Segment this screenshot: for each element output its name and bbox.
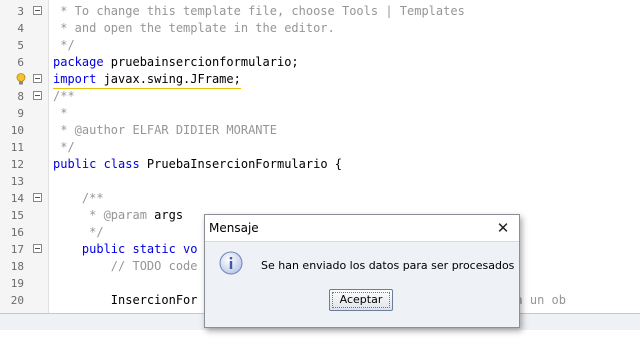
code-line[interactable]: 7import javax.swing.JFrame;	[0, 71, 640, 89]
line-number: 5	[17, 39, 24, 52]
line-number: 14	[10, 192, 24, 205]
comment-token: // TODO code	[53, 259, 198, 273]
code-text: package pruebainsercionformulario;	[53, 54, 299, 71]
line-number: 3	[17, 5, 24, 18]
comment-token: */	[53, 225, 104, 239]
fold-toggle-icon[interactable]	[33, 6, 42, 15]
dialog-message: Se han enviado los datos para ser proces…	[261, 259, 515, 272]
code-text: *	[53, 105, 67, 122]
line-number: 17	[10, 243, 24, 256]
code-token: pruebainsercionformulario;	[110, 55, 299, 69]
keyword-token: import	[53, 72, 104, 86]
code-line[interactable]: 3 * To change this template file, choose…	[0, 3, 640, 20]
fold-toggle-icon[interactable]	[33, 244, 42, 253]
comment-token: */	[53, 38, 75, 52]
line-number: 10	[10, 124, 24, 137]
code-text: // TODO code	[53, 258, 198, 275]
comment-token: * and open the template in the editor.	[53, 21, 335, 35]
comment-token: * @param	[53, 208, 155, 222]
comment-token: * @author ELFAR DIDIER MORANTE	[53, 123, 277, 137]
line-number: 6	[17, 56, 24, 69]
code-text: public static vo	[53, 241, 198, 258]
line-number: 8	[17, 90, 24, 103]
dialog-title-bar[interactable]: Mensaje ✕	[205, 215, 519, 242]
fold-toggle-icon[interactable]	[33, 193, 42, 202]
line-number: 20	[10, 294, 24, 307]
lightbulb-hint-icon[interactable]	[16, 73, 26, 86]
keyword-token: public class	[53, 157, 147, 171]
message-dialog: Mensaje ✕ Se han enviado los datos para …	[204, 214, 520, 328]
comment-token: /**	[53, 191, 104, 205]
code-token: InsercionFor	[53, 293, 198, 307]
line-number: 13	[10, 175, 24, 188]
code-line[interactable]: 14 /**	[0, 190, 640, 207]
code-text: /**	[53, 190, 104, 207]
code-token: PruebaInsercionFormulario {	[146, 157, 342, 171]
code-token: args	[154, 208, 184, 222]
code-line[interactable]: 6 package pruebainsercionformulario;	[0, 54, 640, 71]
code-text: */	[53, 224, 104, 241]
line-number: 15	[10, 209, 24, 222]
fold-toggle-icon[interactable]	[33, 91, 42, 100]
code-line[interactable]: 13	[0, 173, 640, 190]
dialog-title: Mensaje	[209, 221, 259, 235]
comment-token: *	[53, 106, 68, 120]
code-line[interactable]: 8 /**	[0, 88, 640, 105]
line-number: 16	[10, 226, 24, 239]
code-text: import javax.swing.JFrame;	[53, 71, 241, 89]
code-text: /**	[53, 88, 75, 105]
line-number: 18	[10, 260, 24, 273]
keyword-token: package	[53, 55, 111, 69]
line-number: 19	[10, 277, 24, 290]
code-text: * @param args	[53, 207, 183, 224]
line-number: 11	[10, 141, 24, 154]
comment-token: /**	[53, 89, 75, 103]
line-number: 4	[17, 22, 24, 35]
code-text: */	[53, 37, 75, 54]
code-text: */	[53, 139, 75, 156]
code-line[interactable]: 12 public class PruebaInsercionFormulario…	[0, 156, 640, 173]
code-line[interactable]: 4 * and open the template in the editor.	[0, 20, 640, 37]
comment-token: * To change this template file, choose T…	[53, 4, 465, 18]
code-text: * and open the template in the editor.	[53, 20, 335, 37]
close-icon[interactable]: ✕	[493, 218, 513, 238]
keyword-token: public static vo	[53, 242, 198, 256]
code-token: javax.swing.JFrame;	[103, 72, 241, 86]
status-area	[0, 330, 640, 360]
code-text: * @author ELFAR DIDIER MORANTE	[53, 122, 277, 139]
line-number: 9	[17, 107, 24, 120]
code-line[interactable]: 10 * @author ELFAR DIDIER MORANTE	[0, 122, 640, 139]
code-text: * To change this template file, choose T…	[53, 3, 465, 20]
code-text: public class PruebaInsercionFormulario {	[53, 156, 342, 173]
code-line[interactable]: 5 */	[0, 37, 640, 54]
code-line[interactable]: 9 *	[0, 105, 640, 122]
line-number: 12	[10, 158, 24, 171]
accept-button[interactable]: Aceptar	[329, 289, 393, 311]
comment-token: */	[53, 140, 75, 154]
fold-toggle-icon[interactable]	[33, 74, 42, 83]
code-line[interactable]: 11 */	[0, 139, 640, 156]
info-icon	[219, 251, 243, 275]
